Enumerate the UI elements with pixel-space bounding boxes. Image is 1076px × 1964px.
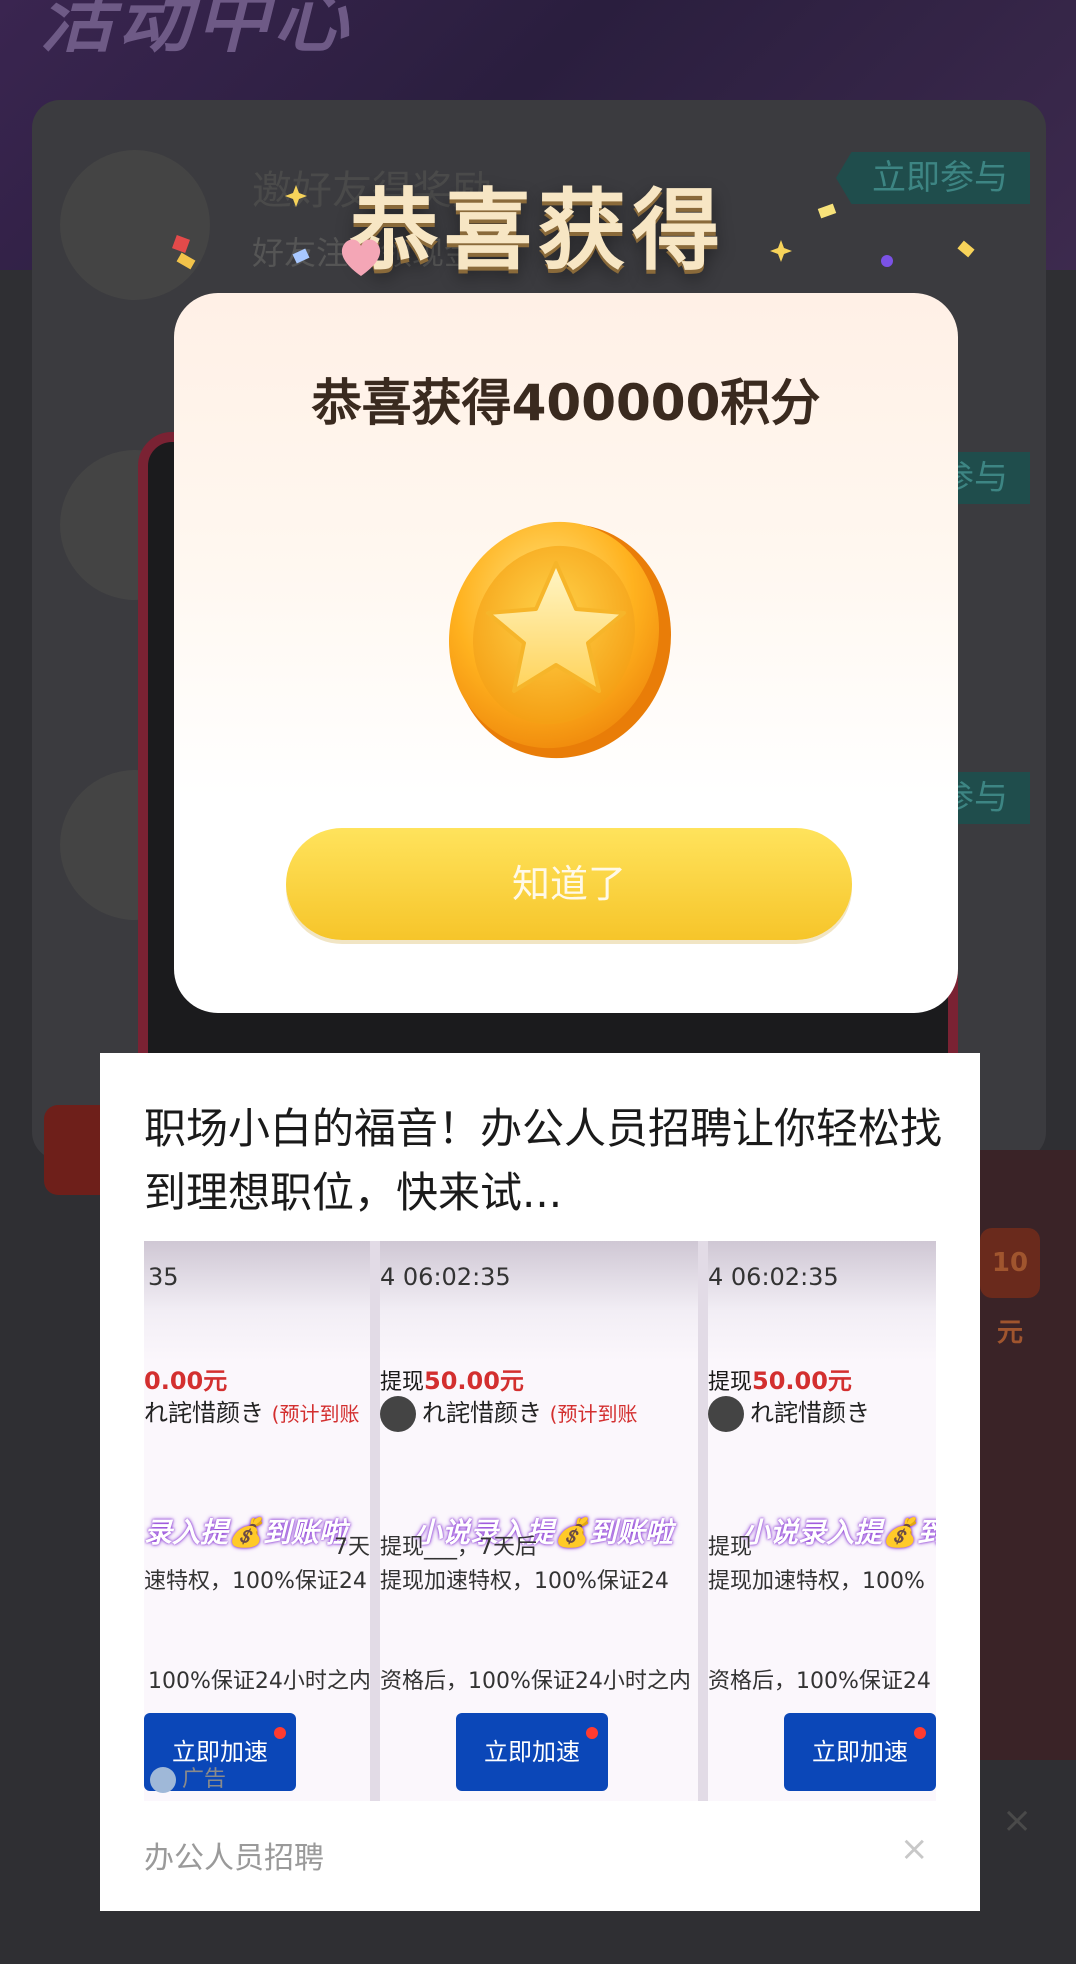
user-name: れ詫惜颜き: [750, 1399, 870, 1427]
ad-badge: 广告: [150, 1761, 226, 1793]
amount-value: 50.00元: [752, 1367, 852, 1395]
screenshot-line: 资格后，100%保证24: [708, 1669, 931, 1694]
ad-headline[interactable]: 职场小白的福音！办公人员招聘让你轻松找到理想职位，快来试...: [144, 1097, 944, 1225]
confetti-star-icon: [770, 240, 792, 262]
gold-coin-icon: [444, 513, 674, 763]
screenshot-body: 7天后 速特权，100%保证24: [144, 1535, 370, 1594]
close-ad-icon[interactable]: ×: [900, 1829, 929, 1869]
modal-banner-title: 恭喜获得: [349, 179, 726, 282]
ad-image-gallery[interactable]: 35 0.00元 れ詫惜颜き (预计到账 录入提💰到账啦 7天后 速特权，100…: [144, 1241, 936, 1801]
ad-screenshot: 35 0.00元 れ詫惜颜き (预计到账 录入提💰到账啦 7天后 速特权，100…: [144, 1241, 370, 1801]
screenshot-user-row: れ詫惜颜き: [708, 1393, 870, 1432]
reward-modal: 恭喜获得400000积分 知道了: [174, 293, 958, 1013]
arrival-tip: (预计到账: [549, 1402, 638, 1426]
reward-message: 恭喜获得400000积分: [311, 374, 821, 432]
confetti-icon: [292, 248, 310, 264]
ad-screenshot: 4 06:02:35 提现50.00元 れ詫惜颜き (预计到账 小说录入提💰到账…: [380, 1241, 698, 1801]
arrival-tip: (预计到账: [271, 1402, 360, 1426]
screenshot-line: 资格后，100%保证24小时之内: [380, 1669, 691, 1694]
background-page-title: 活动中心: [40, 0, 352, 63]
screenshot-user-row: れ詫惜颜き (预计到账: [144, 1393, 359, 1428]
avatar: [380, 1396, 416, 1432]
speedup-button: 立即加速: [456, 1713, 608, 1791]
amount-value: 50.00元: [424, 1367, 524, 1395]
ad-card[interactable]: 职场小白的福音！办公人员招聘让你轻松找到理想职位，快来试... 35 0.00元…: [100, 1053, 980, 1911]
screenshot-amount: 提现50.00元: [708, 1367, 852, 1395]
background-close-icon: ×: [1002, 1800, 1033, 1841]
ad-screenshot: 4 06:02:35 提现50.00元 れ詫惜颜き 小说录入提💰到账 提现 提现…: [708, 1241, 936, 1801]
screenshot-body: 提现 提现加速特权，100%: [708, 1535, 925, 1594]
avatar: [708, 1396, 744, 1432]
confetti-icon: [817, 203, 837, 219]
screenshot-amount: 0.00元: [144, 1361, 227, 1396]
confetti-icon: [881, 255, 893, 267]
screenshot-time: 35: [148, 1263, 179, 1291]
confetti-icon: [172, 235, 190, 253]
ad-advertiser-label: 办公人员招聘: [144, 1841, 324, 1876]
confetti-icon: [957, 240, 975, 258]
user-name: れ詫惜颜き: [144, 1399, 264, 1427]
screenshot-amount: 提现50.00元: [380, 1367, 524, 1395]
screenshot-user-row: れ詫惜颜き (预计到账: [380, 1393, 637, 1432]
speedup-button: 立即加速: [784, 1713, 936, 1791]
screenshot-time: 4 06:02:35: [380, 1263, 511, 1291]
amount-value: 0.00元: [144, 1367, 228, 1395]
screenshot-line: 100%保证24小时之内: [148, 1669, 370, 1694]
confetti-star-icon: [285, 185, 307, 207]
got-it-button[interactable]: 知道了: [286, 828, 852, 940]
user-name: れ詫惜颜き: [422, 1399, 542, 1427]
screenshot-body: 提现___，7天后 提现加速特权，100%保证24: [380, 1535, 669, 1594]
ad-logo-icon: [150, 1767, 176, 1793]
promo-amount-badge: 10元: [980, 1228, 1040, 1348]
screenshot-time: 4 06:02:35: [708, 1263, 839, 1291]
heart-icon: [341, 239, 381, 276]
